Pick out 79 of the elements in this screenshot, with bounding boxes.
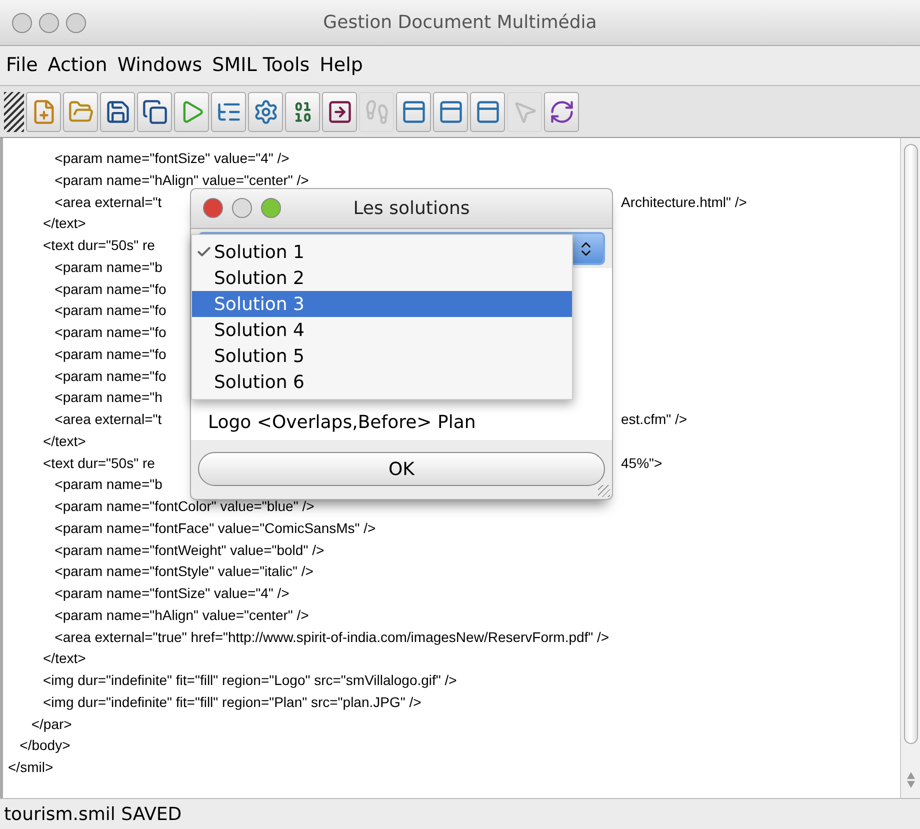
- panel-icon: [400, 98, 426, 124]
- window-title: Gestion Document Multimédia: [323, 11, 597, 35]
- code-line: <area external="t: [54, 410, 162, 429]
- panel-icon: [474, 98, 500, 124]
- code-line: 45%">: [621, 454, 662, 472]
- stacked-pages-icon: [142, 98, 168, 124]
- code-line: <text dur="50s" re: [42, 454, 155, 472]
- toolbar-button[interactable]: [433, 92, 468, 132]
- refresh-icon: [548, 98, 574, 124]
- code-line: <param name="fontWeight" value="bold" />: [54, 540, 324, 560]
- code-line: <param name="fontStyle" value="italic" />: [54, 562, 314, 582]
- dropdown-option[interactable]: Solution 1: [192, 239, 572, 265]
- code-line: <param name="b: [54, 475, 162, 494]
- code-line: <param name="fontSize" value="4" />: [54, 584, 290, 603]
- code-line: <param name="fo: [54, 280, 166, 299]
- menu-item[interactable]: SMIL Tools: [212, 51, 310, 80]
- dropdown-option[interactable]: Solution 6: [192, 369, 572, 395]
- code-line: </par>: [30, 714, 72, 734]
- code-line: <area external="true" href="http://www.spirit-of-india.com/imagesNew/ReservForm.pdf" />: [54, 628, 610, 647]
- toolbar-button[interactable]: [396, 92, 431, 132]
- code-line: est.cfm" />: [621, 410, 688, 429]
- toolbar-button[interactable]: [470, 92, 505, 132]
- footprints-icon: [364, 98, 390, 124]
- close-button[interactable]: [12, 13, 32, 33]
- code-line: </smil>: [7, 758, 54, 777]
- close-button[interactable]: [203, 198, 223, 218]
- code-line: <param name="h: [54, 388, 162, 408]
- toolbar-button[interactable]: [322, 92, 357, 132]
- code-line: <text dur="50s" re: [42, 236, 155, 255]
- code-line: <param name="fontSize" value="4" />: [54, 149, 290, 168]
- code-line: </text>: [42, 214, 86, 234]
- scroll-thumb[interactable]: [904, 144, 918, 744]
- arrow-box-icon: [326, 98, 352, 124]
- dropdown-option[interactable]: Solution 2: [192, 265, 572, 291]
- dropdown-option[interactable]: Solution 4: [192, 317, 572, 343]
- code-line: <param name="hAlign" value="center" />: [54, 606, 309, 625]
- dropdown-option[interactable]: Solution 3: [192, 291, 572, 317]
- code-line: </text>: [42, 649, 86, 668]
- scroll-down-icon[interactable]: [906, 781, 914, 788]
- code-line: <param name="fontColor" value="blue" />: [54, 497, 314, 516]
- code-line: <param name="fo: [54, 344, 166, 364]
- menu-item[interactable]: Action: [48, 51, 108, 80]
- zoom-button[interactable]: [66, 13, 86, 33]
- toolbar-button[interactable]: [248, 92, 283, 132]
- result-text: Logo <Overlaps,Before> Plan: [208, 411, 476, 435]
- menu-item[interactable]: Help: [320, 51, 363, 80]
- minimize-button[interactable]: [232, 198, 252, 218]
- menu-item[interactable]: Windows: [117, 51, 202, 80]
- code-line: <img dur="indefinite" fit="fill" region="Plan" src="plan.JPG" />: [42, 692, 422, 712]
- code-line: </body>: [18, 736, 70, 756]
- toolbar-button[interactable]: [211, 92, 246, 132]
- resize-grip-icon[interactable]: [598, 485, 610, 497]
- code-line: <param name="hAlign" value="center" />: [54, 170, 309, 190]
- code-line: <param name="fo: [54, 366, 166, 386]
- toolbar-button[interactable]: [100, 92, 135, 132]
- code-line: <param name="b: [54, 258, 162, 277]
- scrollbar[interactable]: [900, 138, 920, 798]
- code-line: <param name="fo: [54, 301, 166, 320]
- zoom-button[interactable]: [261, 198, 281, 218]
- code-line: <area external="t: [54, 192, 162, 212]
- toolbar-grip-icon: [4, 92, 24, 132]
- toolbar-button[interactable]: [285, 92, 320, 132]
- code-line: <param name="fontFace" value="ComicSansMs" />: [54, 518, 376, 538]
- toolbar-button[interactable]: [544, 92, 579, 132]
- dropdown-option[interactable]: Solution 5: [192, 343, 572, 369]
- folder-icon: [68, 98, 94, 124]
- dialog-title: Les solutions: [352, 197, 470, 221]
- toolbar-button[interactable]: [137, 92, 172, 132]
- ok-button[interactable]: OK: [198, 452, 605, 486]
- code-line: Architecture.html" />: [621, 192, 747, 212]
- code-line: <param name="fo: [54, 323, 166, 342]
- menu-item[interactable]: File: [6, 51, 38, 80]
- status-text: tourism.smil SAVED: [4, 802, 182, 826]
- panel-icon: [438, 98, 464, 124]
- code-line: <img dur="indefinite" fit="fill" region="Logo" src="smVillalogo.gif" />: [42, 671, 457, 690]
- code-line: </text>: [42, 432, 86, 451]
- gear-icon: [252, 98, 278, 124]
- scroll-up-icon[interactable]: [906, 772, 914, 779]
- minimize-button[interactable]: [39, 13, 59, 33]
